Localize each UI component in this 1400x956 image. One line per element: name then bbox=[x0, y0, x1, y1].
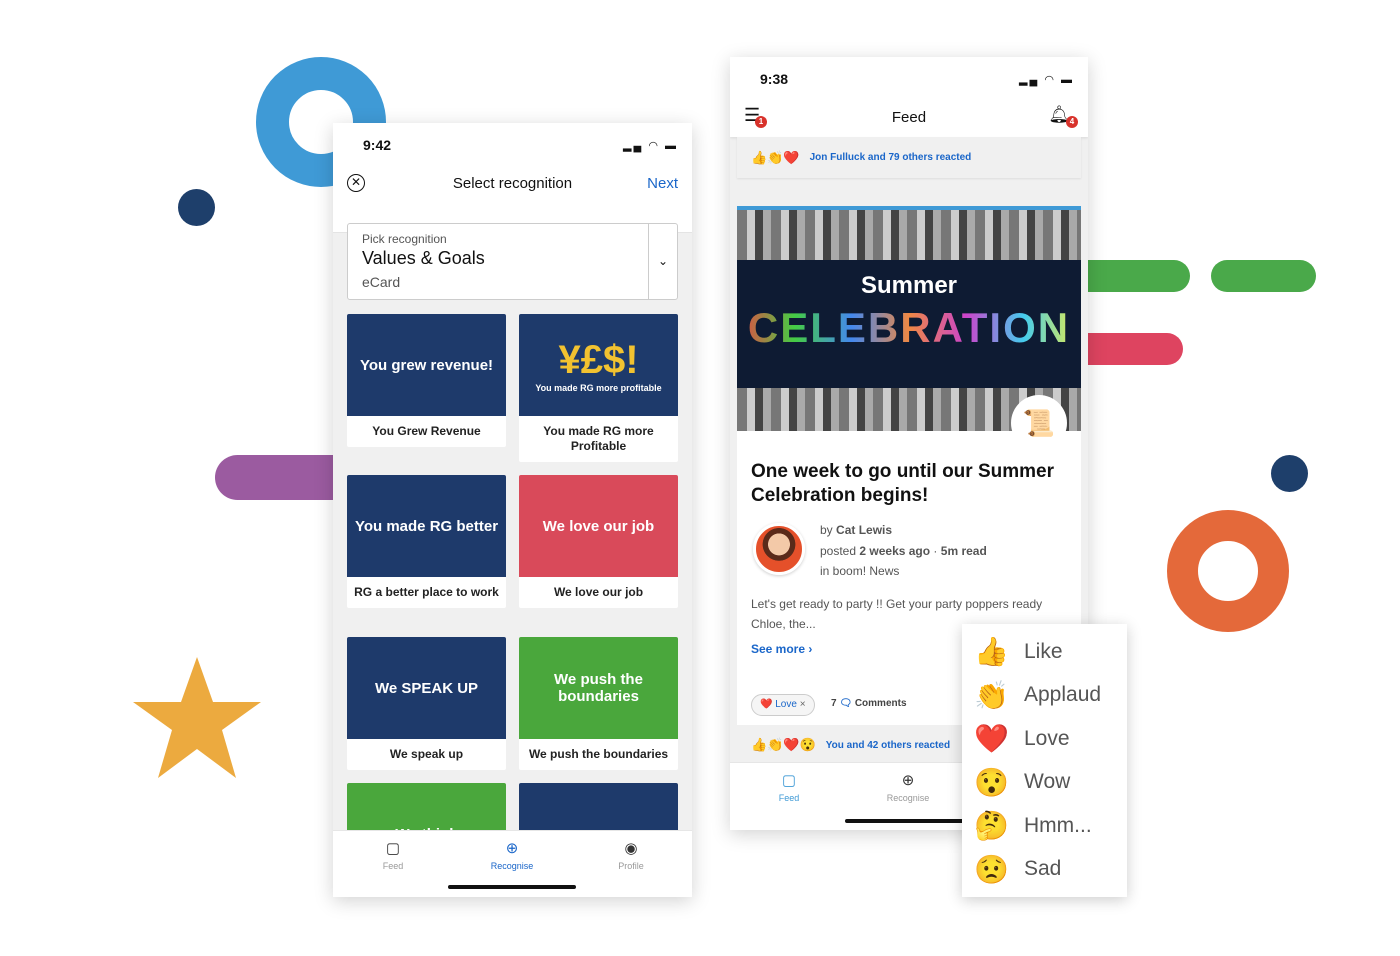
ecard-label: We push the boundaries bbox=[528, 747, 669, 761]
ecard-label: We speak up bbox=[389, 747, 464, 761]
ecard-label: RG a better place to work bbox=[354, 585, 499, 599]
reaction-option-like[interactable]: 👍 Like bbox=[962, 630, 1127, 674]
comments-button[interactable]: 7 🗨︎ Comments bbox=[831, 698, 907, 709]
next-button[interactable]: Next bbox=[647, 175, 678, 192]
ecard-image: ¥£$! You made RG more profitable bbox=[519, 314, 678, 416]
wow-emoji-icon: 😯 bbox=[974, 766, 1009, 798]
hmm-emoji-icon: 🤔 bbox=[974, 810, 1009, 842]
ecard-option[interactable]: We love our job We love our job bbox=[519, 475, 678, 608]
tab-profile[interactable]: ◉ Profile bbox=[591, 839, 671, 871]
reaction-icons: 👍👏❤️ bbox=[751, 149, 800, 165]
reaction-option-applaud[interactable]: 👏 Applaud bbox=[962, 674, 1127, 718]
tab-recognise[interactable]: ⊕ Recognise bbox=[868, 771, 948, 803]
profile-icon: ◉ bbox=[624, 840, 638, 857]
avatar[interactable] bbox=[753, 523, 805, 575]
status-time: 9:38 bbox=[760, 71, 789, 87]
reaction-option-hmm[interactable]: 🤔 Hmm... bbox=[962, 804, 1127, 848]
reaction-menu: 👍 Like 👏 Applaud ❤️ Love 😯 Wow 🤔 Hmm... 😟 Sad bbox=[962, 624, 1127, 897]
recognition-picker[interactable]: Pick recognition Values & Goals eCard ⌄ bbox=[347, 223, 678, 300]
post-category: in boom! News bbox=[820, 564, 900, 578]
ecard-image: You grew revenue! bbox=[347, 314, 506, 416]
ecard-label: You made RG more Profitable bbox=[543, 424, 654, 453]
reactions-summary[interactable]: 👍👏❤️ Jon Fulluck and 79 others reacted bbox=[737, 137, 1081, 178]
post-title: One week to go until our Summer Celebrat… bbox=[751, 461, 1054, 506]
ecard-option[interactable]: ¥£$! You made RG more profitable You made … bbox=[519, 314, 678, 462]
ecard-option[interactable]: You grew revenue! You Grew Revenue bbox=[347, 314, 506, 447]
love-emoji-icon: ❤️ bbox=[974, 723, 1009, 755]
ecard-image: We push the boundaries bbox=[519, 637, 678, 739]
tab-recognise[interactable]: ⊕ Recognise bbox=[472, 839, 552, 871]
reaction-option-wow[interactable]: 😯 Wow bbox=[962, 761, 1127, 805]
plus-circle-icon: ⊕ bbox=[901, 772, 915, 789]
picker-subtitle: eCard bbox=[362, 274, 401, 290]
feed-icon: ▢ bbox=[781, 772, 797, 789]
comment-icon: 🗨︎ bbox=[839, 698, 853, 709]
status-time: 9:42 bbox=[363, 137, 392, 153]
article-icon: 📜 bbox=[1011, 395, 1067, 451]
heart-icon: ❤️ bbox=[760, 699, 773, 710]
decor-orange-ring bbox=[1167, 510, 1289, 632]
plus-circle-icon: ⊕ bbox=[505, 840, 519, 857]
chevron-down-icon[interactable]: ⌄ bbox=[648, 224, 677, 299]
ecard-label: You Grew Revenue bbox=[372, 424, 481, 438]
post-author: by Cat Lewis bbox=[820, 523, 893, 537]
decor-green-pill bbox=[1211, 260, 1316, 292]
picker-label: Pick recognition bbox=[362, 232, 447, 246]
ecard-label: We love our job bbox=[553, 585, 644, 599]
reaction-option-sad[interactable]: 😟 Sad bbox=[962, 848, 1127, 892]
see-more-link[interactable]: See more › bbox=[751, 642, 812, 656]
reaction-option-love[interactable]: ❤️ Love bbox=[962, 717, 1127, 761]
like-emoji-icon: 👍 bbox=[974, 636, 1009, 668]
decor-navy-dot bbox=[178, 189, 215, 226]
select-recognition-screen: 9:42 ▂▄ ◠ ▬ ✕ Select recognition Next Pi… bbox=[333, 123, 692, 897]
ecard-option[interactable]: We SPEAK UP We speak up bbox=[347, 637, 506, 770]
decor-star bbox=[133, 657, 261, 778]
ecard-image: We SPEAK UP bbox=[347, 637, 506, 739]
ecard-image: We love our job bbox=[519, 475, 678, 577]
home-indicator bbox=[448, 885, 576, 889]
notification-badge: 4 bbox=[1066, 116, 1078, 128]
ecard-option[interactable]: We push the boundaries We push the bounda… bbox=[519, 637, 678, 770]
ecard-option[interactable]: You made RG better RG a better place to w… bbox=[347, 475, 506, 608]
love-reaction-pill[interactable]: ❤️ Love × bbox=[751, 694, 815, 716]
home-indicator bbox=[845, 819, 973, 823]
applaud-emoji-icon: 👏 bbox=[974, 679, 1009, 711]
tab-feed[interactable]: ▢ Feed bbox=[749, 771, 829, 803]
page-title: Feed bbox=[891, 109, 927, 126]
reaction-icons: 👍👏❤️😯 bbox=[751, 737, 816, 752]
decor-navy-dot bbox=[1271, 455, 1308, 492]
remove-icon[interactable]: × bbox=[800, 699, 806, 710]
status-icons: ▂▄ ◠ ▬ bbox=[1019, 74, 1074, 86]
feed-icon: ▢ bbox=[385, 840, 401, 857]
page-title: Select recognition bbox=[452, 175, 573, 192]
post-banner: Summer CELEBRATION 📜 bbox=[737, 210, 1081, 451]
sad-emoji-icon: 😟 bbox=[974, 853, 1009, 885]
post-meta: posted 2 weeks ago · 5m read bbox=[820, 543, 987, 558]
ecard-image: You made RG better bbox=[347, 475, 506, 577]
tab-feed[interactable]: ▢ Feed bbox=[353, 839, 433, 871]
picker-value: Values & Goals bbox=[362, 248, 485, 268]
status-icons: ▂▄ ◠ ▬ bbox=[623, 140, 678, 152]
